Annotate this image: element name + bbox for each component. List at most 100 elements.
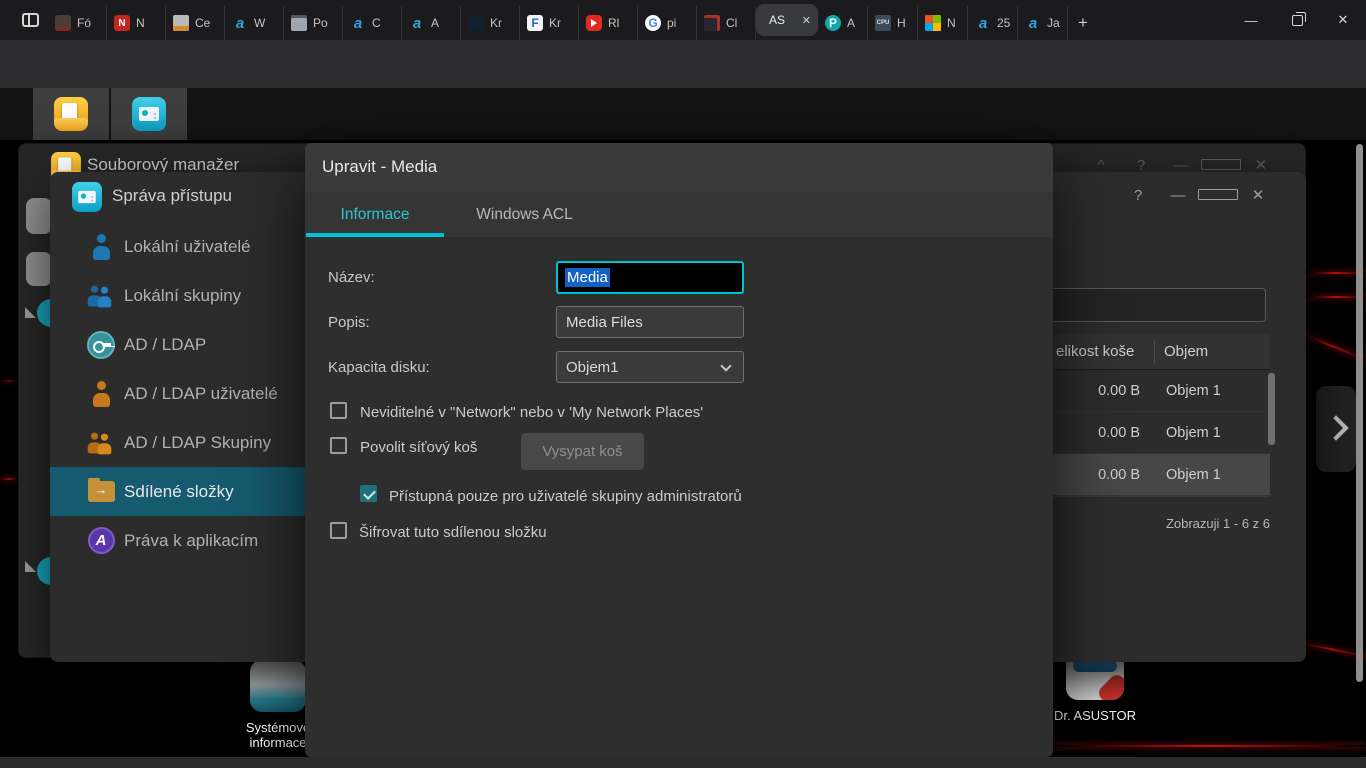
next-page-button[interactable]: [1316, 386, 1356, 472]
chevron-down-icon: [720, 360, 731, 371]
access-window-title: Správa přístupu: [112, 186, 232, 206]
orange-users-icon: [86, 430, 116, 456]
browser-tab[interactable]: a25: [968, 6, 1018, 40]
encrypt-checkbox-label[interactable]: Šifrovat tuto sdílenou složku: [359, 524, 547, 541]
minimize-button[interactable]: —: [1158, 187, 1198, 204]
dialog-tab-bar: Informace Windows ACL: [305, 192, 1053, 237]
minimize-button[interactable]: —: [1161, 157, 1201, 174]
table-scrollbar[interactable]: [1268, 373, 1275, 445]
workspaces-icon: [22, 13, 39, 27]
sidebar-item-local-groups[interactable]: Lokální skupiny: [50, 271, 340, 320]
browser-tab[interactable]: Gpi: [638, 6, 697, 40]
browser-tab[interactable]: aC: [343, 6, 402, 40]
invisible-checkbox[interactable]: [330, 402, 347, 419]
help-button[interactable]: ?: [1121, 157, 1161, 174]
encrypt-checkbox[interactable]: [330, 522, 347, 539]
sidebar-item-local-users[interactable]: Lokální uživatelé: [50, 222, 340, 271]
recycle-bin-checkbox-label[interactable]: Povolit síťový koš: [360, 439, 477, 456]
browser-tab[interactable]: FKr: [520, 6, 579, 40]
sidebar-item-shared-folders[interactable]: Sdílené složky: [50, 467, 340, 516]
recycle-bin-checkbox[interactable]: [330, 437, 347, 454]
table-row[interactable]: 0.00 B Objem 1: [1040, 370, 1270, 412]
youtube-favicon-icon: [586, 15, 602, 31]
browser-tab[interactable]: NN: [107, 6, 166, 40]
google-favicon-icon: G: [645, 15, 661, 31]
table-row[interactable]: 0.00 B Objem 1: [1040, 412, 1270, 454]
browser-tab[interactable]: Cl: [697, 6, 756, 40]
name-input[interactable]: Media: [556, 261, 744, 294]
game-favicon-icon: [704, 15, 720, 31]
blue-users-icon: [86, 283, 116, 309]
restore-button[interactable]: [1274, 0, 1320, 40]
description-input[interactable]: Media Files: [556, 306, 744, 338]
f-favicon-icon: F: [527, 15, 543, 31]
browser-toolbar: ← ⟳ ⌂ ⚠ Nezabezpečeno https://192.168.1.…: [0, 40, 1366, 88]
volume-select[interactable]: Objem1: [556, 351, 744, 383]
browser-tab[interactable]: Po: [284, 6, 343, 40]
file-manager-toolbar-button[interactable]: [26, 252, 52, 286]
column-recycle-size[interactable]: elikost koše: [1056, 343, 1152, 360]
restore-button[interactable]: [1201, 157, 1241, 174]
tab-close-icon[interactable]: ✕: [802, 14, 811, 27]
browser-tab[interactable]: Ce: [166, 6, 225, 40]
file-manager-toolbar-button[interactable]: [26, 198, 52, 234]
key-icon: [86, 331, 116, 359]
browser-tab[interactable]: N: [918, 6, 968, 40]
page-scrollbar[interactable]: [1356, 144, 1363, 682]
screen: Fó NN Ce aW Po aC aA Kr FKr Rl Gpi Cl AS…: [0, 0, 1366, 768]
table-header[interactable]: elikost koše Objem: [1040, 334, 1270, 370]
sidebar-item-ad-ldap-users[interactable]: AD / LDAP uživatelé: [50, 369, 340, 418]
browser-tab[interactable]: aW: [225, 6, 284, 40]
taskbar-access-control-button[interactable]: [111, 88, 187, 140]
tab-informace[interactable]: Informace: [306, 192, 444, 237]
browser-tab[interactable]: aJa: [1018, 6, 1068, 40]
selected-text: Media: [565, 268, 610, 287]
tree-expander-icon[interactable]: [25, 307, 36, 318]
admin-only-checkbox-label[interactable]: Přístupná pouze pro uživatelé skupiny ad…: [389, 488, 742, 505]
dialog-title: Upravit - Media: [322, 157, 437, 177]
access-control-icon: [132, 97, 166, 131]
tab-windows-acl[interactable]: Windows ACL: [457, 192, 592, 237]
browser-tab[interactable]: CPUH: [868, 6, 918, 40]
restore-button[interactable]: [1198, 187, 1238, 204]
wallpaper-red-line: [0, 478, 18, 480]
taskbar-file-manager-button[interactable]: [33, 88, 109, 140]
tree-expander-icon[interactable]: [25, 561, 36, 572]
sidebar-item-ad-ldap[interactable]: AD / LDAP: [50, 320, 340, 369]
empty-recycle-bin-button[interactable]: Vysypat koš: [521, 433, 644, 470]
access-window-controls: ? — ✕: [1118, 186, 1278, 204]
browser-tab[interactable]: Kr: [461, 6, 520, 40]
sidebar-item-ad-ldap-groups[interactable]: AD / LDAP Skupiny: [50, 418, 340, 467]
mail-favicon-icon: [173, 15, 189, 31]
browser-tab-active[interactable]: AS✕: [756, 4, 818, 36]
invisible-checkbox-label[interactable]: Neviditelné v "Network" nebo v 'My Netwo…: [360, 404, 703, 421]
sidebar-item-app-privileges[interactable]: A Práva k aplikacím: [50, 516, 340, 565]
browser-tab[interactable]: Rl: [579, 6, 638, 40]
blue-user-icon: [86, 234, 116, 260]
new-tab-button[interactable]: +: [1068, 6, 1098, 40]
close-button[interactable]: ✕: [1320, 0, 1366, 40]
microsoft-favicon-icon: [925, 15, 941, 31]
browser-tab[interactable]: aA: [402, 6, 461, 40]
close-button[interactable]: ✕: [1238, 186, 1278, 204]
asustor-favicon-icon: a: [975, 15, 991, 31]
browser-tabs: Fó NN Ce aW Po aC aA Kr FKr Rl Gpi Cl AS…: [48, 0, 1098, 40]
app-privileges-icon: A: [86, 527, 116, 554]
tab-workspaces-button[interactable]: [16, 9, 44, 31]
minimize-button[interactable]: —: [1228, 0, 1274, 40]
column-volume[interactable]: Objem: [1164, 343, 1208, 360]
help-button[interactable]: ?: [1118, 187, 1158, 204]
forum-favicon-icon: [55, 15, 71, 31]
edit-shared-folder-dialog[interactable]: Upravit - Media Informace Windows ACL Ná…: [305, 143, 1053, 757]
access-control-icon: [72, 182, 102, 212]
asustor-favicon-icon: a: [232, 15, 248, 31]
portal-desktop: Systémovéinformace Dr. ASUSTOR Souborový…: [0, 140, 1366, 768]
folder-search-input[interactable]: [1046, 288, 1266, 322]
browser-tab[interactable]: PA: [818, 6, 868, 40]
table-row-selected[interactable]: 0.00 B Objem 1: [1040, 454, 1270, 496]
collapse-button[interactable]: ^: [1081, 157, 1121, 174]
admin-only-checkbox[interactable]: [360, 485, 377, 502]
table-footer-divider: [1040, 496, 1270, 497]
portainer-favicon-icon: P: [825, 15, 841, 31]
browser-tab[interactable]: Fó: [48, 6, 107, 40]
